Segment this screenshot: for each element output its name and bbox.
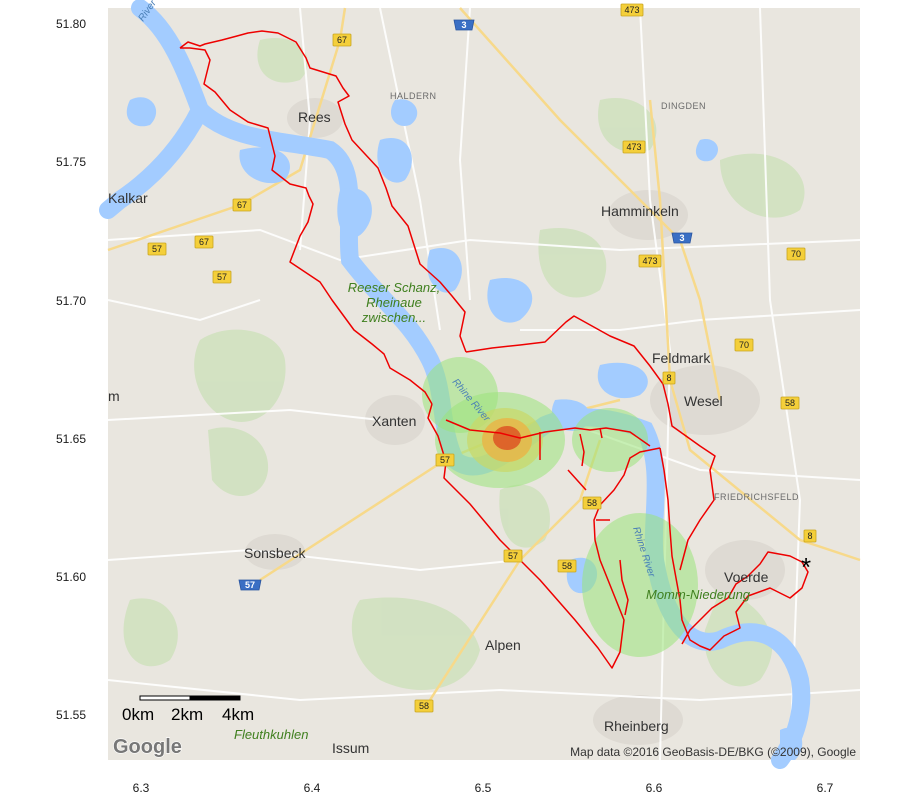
label-edge-m: m [108, 388, 120, 404]
label-rheinaue: Rheinaue [366, 295, 422, 310]
shield-a3-b: 3 [671, 232, 693, 244]
shield-57-a: 57 [147, 242, 167, 256]
y-tick-label: 51.80 [56, 17, 86, 31]
x-tick-label: 6.6 [646, 781, 663, 795]
y-tick-label: 51.75 [56, 155, 86, 169]
shield-57-b: 57 [212, 270, 232, 284]
shield-58-a: 58 [780, 396, 800, 410]
shield-473-c: 473 [638, 254, 662, 268]
google-logo: Google [113, 736, 182, 758]
svg-text:70: 70 [739, 340, 749, 350]
label-reeser-schanz: Reeser Schanz, [348, 280, 441, 295]
label-haldern: HALDERN [390, 91, 437, 101]
heat-blob-east [572, 408, 648, 472]
x-tick-label: 6.7 [817, 781, 834, 795]
shield-67-c: 67 [194, 235, 214, 249]
scale-bar-black [189, 695, 241, 701]
start-marker: * [801, 552, 811, 582]
shield-70-b: 70 [734, 338, 754, 352]
label-friedrichsfeld: FRIEDRICHSFELD [714, 492, 799, 502]
y-axis: 51.80 51.75 51.70 51.65 51.60 51.55 [56, 17, 86, 722]
svg-text:67: 67 [237, 200, 247, 210]
scale-label-2: 2km [171, 705, 203, 724]
svg-text:67: 67 [337, 35, 347, 45]
label-zwischen: zwischen... [361, 310, 426, 325]
svg-text:3: 3 [461, 20, 466, 30]
map-plot: * 473 3 67 67 67 57 57 473 3 473 70 70 8… [56, 0, 861, 795]
label-dingden: DINGDEN [661, 101, 706, 111]
y-tick-label: 51.70 [56, 294, 86, 308]
scale-bar-white [139, 695, 191, 701]
label-issum: Issum [332, 740, 369, 756]
heat-peak [493, 426, 521, 450]
svg-text:473: 473 [624, 5, 639, 15]
svg-text:58: 58 [587, 498, 597, 508]
svg-text:57: 57 [245, 580, 255, 590]
x-axis: 6.3 6.4 6.5 6.6 6.7 [133, 781, 834, 795]
label-sonsbeck: Sonsbeck [244, 545, 306, 561]
svg-text:70: 70 [791, 249, 801, 259]
label-rheinberg: Rheinberg [604, 718, 669, 734]
label-fleuthkuhlen: Fleuthkuhlen [234, 727, 308, 742]
y-tick-label: 51.65 [56, 432, 86, 446]
label-feldmark: Feldmark [652, 350, 711, 366]
shield-67-a: 67 [332, 33, 352, 47]
shield-a57: 57 [238, 579, 262, 591]
label-voerde: Voerde [724, 569, 769, 585]
shield-473-b: 473 [622, 140, 646, 154]
shield-67-b: 67 [232, 198, 252, 212]
svg-text:57: 57 [152, 244, 162, 254]
shield-8-a: 8 [662, 371, 676, 385]
scale-label-4: 4km [222, 705, 254, 724]
shield-58-d: 58 [414, 699, 434, 713]
svg-text:67: 67 [199, 237, 209, 247]
shield-58-c: 58 [557, 559, 577, 573]
y-tick-label: 51.60 [56, 570, 86, 584]
svg-text:58: 58 [785, 398, 795, 408]
svg-text:58: 58 [419, 701, 429, 711]
label-kalkar: Kalkar [108, 190, 148, 206]
label-xanten: Xanten [372, 413, 416, 429]
scale-bar: 0km 2km 4km [122, 695, 254, 724]
label-wesel: Wesel [684, 393, 723, 409]
svg-text:8: 8 [666, 373, 671, 383]
svg-text:57: 57 [217, 272, 227, 282]
shield-57-c: 57 [435, 453, 455, 467]
svg-text:473: 473 [642, 256, 657, 266]
shield-57-d: 57 [503, 549, 523, 563]
y-tick-label: 51.55 [56, 708, 86, 722]
label-hamminkeln: Hamminkeln [601, 203, 679, 219]
scale-label-0: 0km [122, 705, 154, 724]
shield-70-a: 70 [786, 247, 806, 261]
label-momm-niederung: Momm-Niederung [646, 587, 751, 602]
x-tick-label: 6.3 [133, 781, 150, 795]
shield-58-b: 58 [582, 496, 602, 510]
svg-text:473: 473 [626, 142, 641, 152]
svg-text:57: 57 [440, 455, 450, 465]
shield-a3-top: 3 [453, 19, 475, 31]
label-alpen: Alpen [485, 637, 521, 653]
x-tick-label: 6.5 [475, 781, 492, 795]
map-attribution: Map data ©2016 GeoBasis-DE/BKG (©2009), … [570, 745, 856, 759]
label-rees: Rees [298, 109, 331, 125]
x-tick-label: 6.4 [304, 781, 321, 795]
shield-473-top: 473 [620, 3, 644, 17]
svg-text:3: 3 [679, 233, 684, 243]
svg-text:8: 8 [807, 531, 812, 541]
svg-text:57: 57 [508, 551, 518, 561]
svg-text:58: 58 [562, 561, 572, 571]
shield-8-b: 8 [803, 529, 817, 543]
